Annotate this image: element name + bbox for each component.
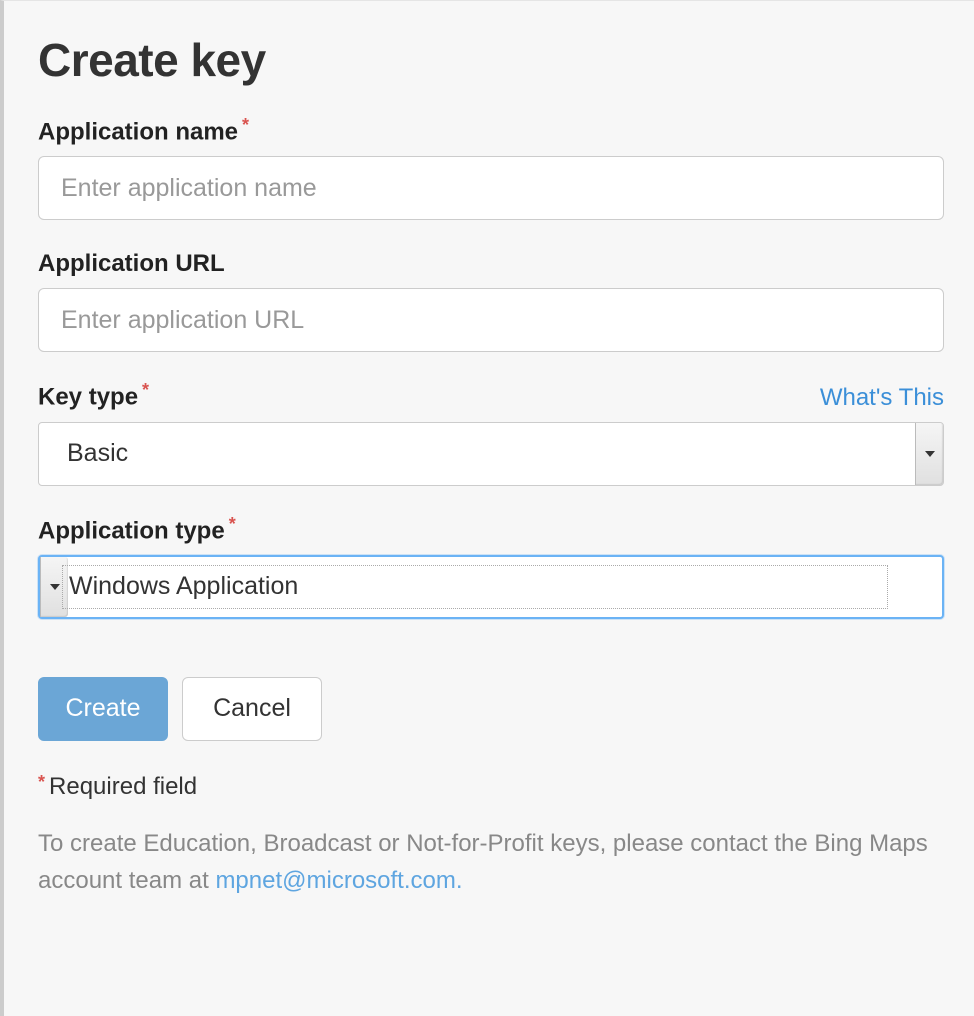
app-type-label: Application type (38, 517, 225, 544)
field-group-key-type: Key type* What's This Basic (38, 382, 944, 485)
required-marker: * (242, 115, 249, 135)
app-url-label: Application URL (38, 250, 225, 277)
create-key-panel: Create key Application name* Application… (4, 1, 974, 929)
page-title: Create key (38, 33, 944, 87)
field-group-app-name: Application name* (38, 117, 944, 220)
footer-prefix: To create Education, Broadcast or Not-fo… (38, 830, 928, 894)
app-type-select[interactable]: Windows Application (38, 555, 944, 619)
required-marker: * (142, 380, 149, 400)
app-type-selected-value: Windows Application (69, 572, 887, 601)
app-url-input[interactable] (38, 288, 944, 352)
field-group-app-url: Application URL (38, 250, 944, 352)
key-type-select[interactable]: Basic (38, 422, 944, 486)
required-marker: * (38, 772, 45, 792)
whats-this-link[interactable]: What's This (820, 384, 944, 412)
app-name-input[interactable] (38, 156, 944, 220)
create-button[interactable]: Create (38, 677, 168, 741)
field-group-app-type: Application type* Windows Application (38, 516, 944, 619)
key-type-selected-value: Basic (39, 439, 915, 468)
footer-note: To create Education, Broadcast or Not-fo… (38, 825, 944, 899)
required-field-note: *Required field (38, 773, 944, 801)
app-name-label: Application name (38, 118, 238, 145)
dropdown-arrow-icon (915, 423, 943, 485)
required-field-text: Required field (49, 773, 197, 800)
footer-email-link[interactable]: mpnet@microsoft.com. (215, 867, 462, 894)
cancel-button[interactable]: Cancel (182, 677, 322, 741)
key-type-label: Key type (38, 384, 138, 411)
required-marker: * (229, 514, 236, 534)
